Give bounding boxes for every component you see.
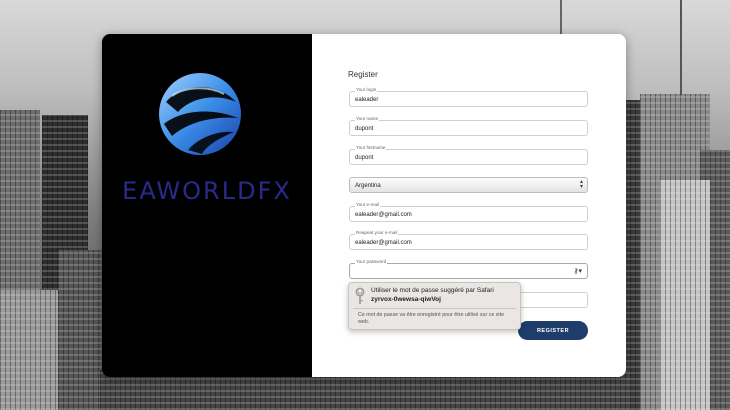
email-repeat-label: Reapeat your e-mail: [355, 230, 399, 236]
email-repeat-field[interactable]: Reapeat your e-mail ealeader@gmail.com: [349, 230, 588, 250]
name-label: Your name: [355, 116, 380, 122]
suggestion-note: Ce mot de passe va être enregistré pour …: [358, 312, 505, 325]
form-title: Register: [348, 70, 378, 79]
key-icon: [355, 287, 365, 304]
firstname-value: dupont: [355, 155, 374, 161]
login-value: ealeader: [355, 97, 379, 103]
password-suggestion-popup[interactable]: Utiliser le mot de passe suggéré par Saf…: [348, 282, 521, 330]
password-label: Your password: [355, 259, 388, 265]
firstname-field[interactable]: Your firstname dupont: [349, 145, 588, 165]
email-label: Your e-mail: [355, 202, 381, 208]
firstname-label: Your firstname: [355, 145, 387, 151]
name-field[interactable]: Your name dupont: [349, 116, 588, 136]
email-repeat-value: ealeader@gmail.com: [355, 240, 412, 246]
login-field[interactable]: Your login ealeader: [349, 87, 588, 107]
globe-logo-icon: [159, 73, 241, 155]
suggestion-title: Utiliser le mot de passe suggéré par Saf…: [371, 287, 494, 294]
email-value: ealeader@gmail.com: [355, 212, 412, 218]
password-field[interactable]: Your password ⚷▾: [349, 259, 588, 279]
suggested-password[interactable]: zyrvox-0wewsa-qiwVoj: [371, 296, 441, 303]
key-icon[interactable]: ⚷▾: [573, 267, 582, 276]
brand-panel: EAWORLDFX: [102, 34, 312, 377]
up-down-chevron-icon: ▴ ▾: [579, 179, 583, 190]
name-value: dupont: [355, 126, 374, 132]
popup-divider: [353, 308, 516, 309]
country-select[interactable]: Argentina ▴ ▾: [349, 177, 588, 193]
login-label: Your login: [355, 87, 378, 93]
register-button[interactable]: REGISTER: [518, 321, 588, 340]
brand-name: EAWORLDFX: [122, 177, 292, 205]
country-value: Argentina: [355, 183, 381, 189]
email-field[interactable]: Your e-mail ealeader@gmail.com: [349, 202, 588, 222]
